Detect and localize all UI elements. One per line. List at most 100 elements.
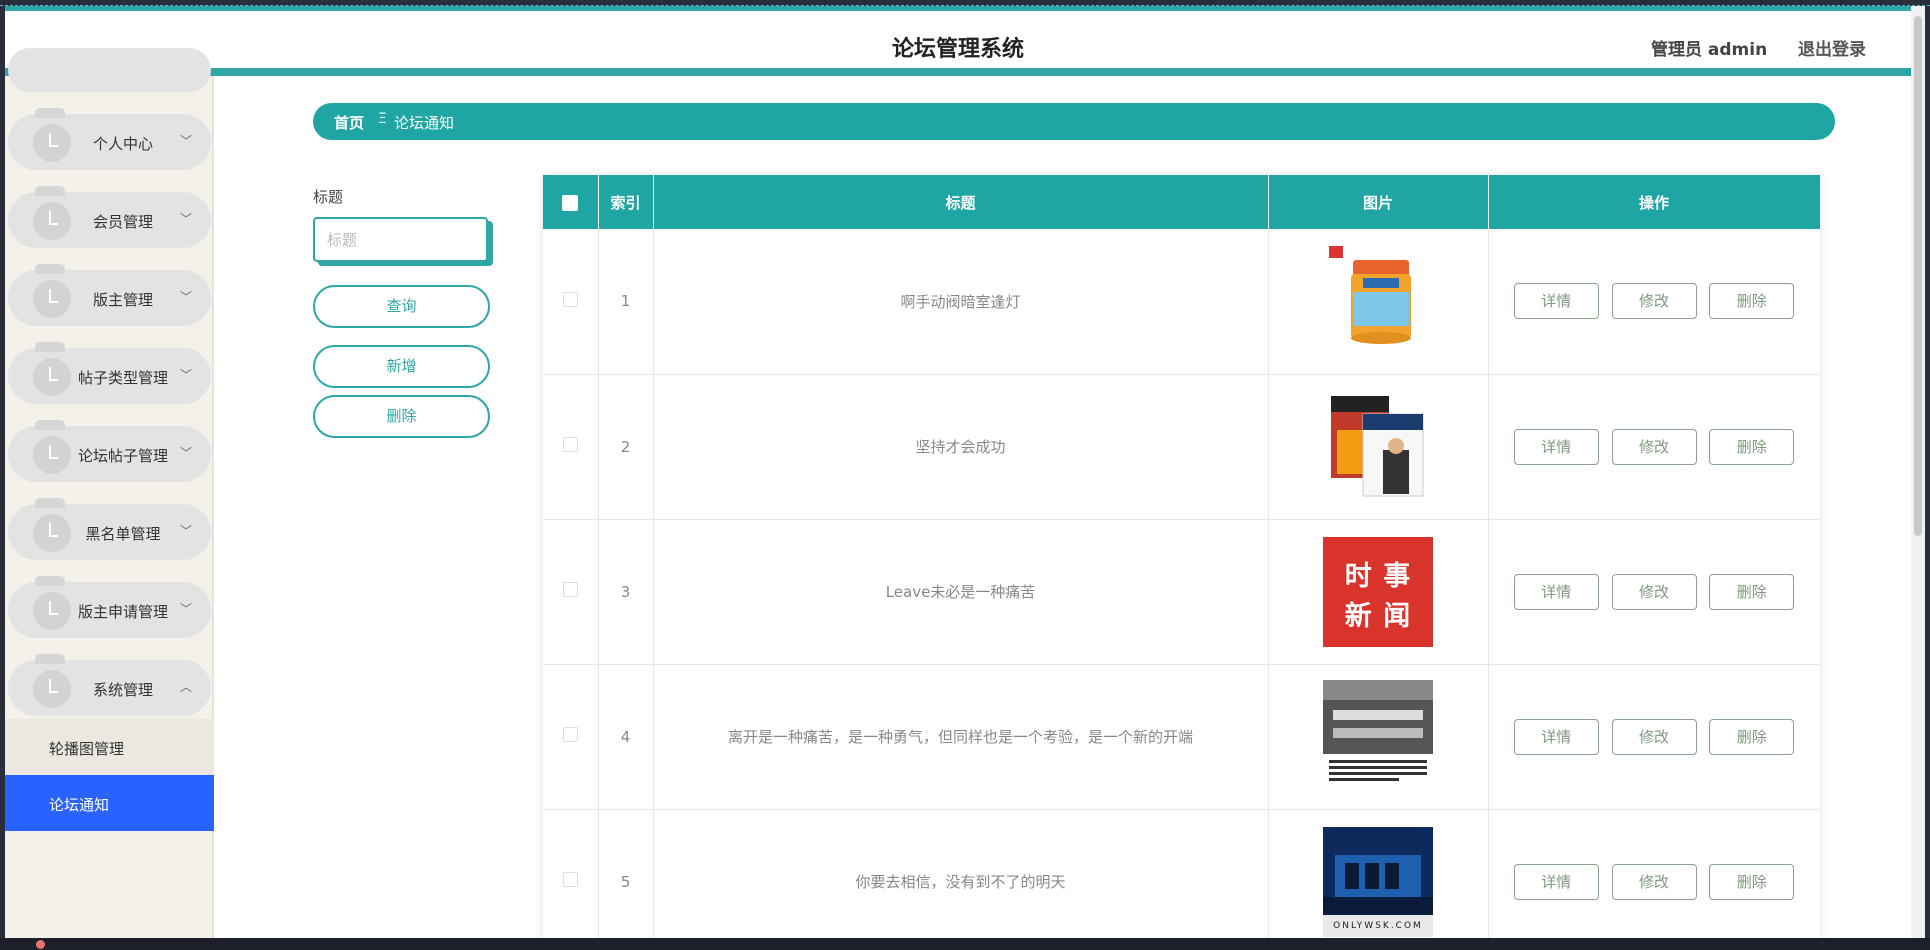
- row-title: 离开是一种痛苦，是一种勇气，但同样也是一个考验，是一个新的开端: [653, 664, 1269, 810]
- detail-button[interactable]: 详情: [1513, 428, 1599, 465]
- row-index: 2: [598, 374, 654, 520]
- sidebar-item-label: 会员管理: [92, 213, 153, 231]
- sidebar-item-blacklist-management[interactable]: 黑名单管理 ﹀: [8, 498, 211, 560]
- row-index: 1: [598, 229, 654, 375]
- column-header-image: 图片: [1268, 175, 1489, 229]
- sidebar-item-label: 个人中心: [92, 135, 153, 153]
- column-header-title: 标题: [653, 175, 1269, 229]
- chevron-down-icon: ﹀: [180, 446, 193, 460]
- search-title-label: 标题: [313, 188, 344, 206]
- sidebar-item-member-management[interactable]: 会员管理 ﹀: [8, 186, 211, 248]
- app-window: 论坛管理系统 管理员 admin 退出登录 个人中心 ﹀ 会员管理 ﹀ 版主管理…: [5, 6, 1911, 938]
- menu-knob: [35, 498, 65, 508]
- detail-button[interactable]: 详情: [1513, 573, 1599, 610]
- sidebar-item-moderator-management[interactable]: 版主管理 ﹀: [8, 264, 211, 326]
- sidebar-item-label: 版主管理: [92, 291, 153, 309]
- edit-button[interactable]: 修改: [1611, 573, 1697, 610]
- menu-knob: [35, 264, 65, 274]
- top-header: 论坛管理系统 管理员 admin 退出登录: [5, 6, 1911, 76]
- row-index: 5: [598, 809, 654, 938]
- row-checkbox[interactable]: [562, 727, 578, 742]
- table-row: 3 Leave未必是一种痛苦 时 事 新 闻 详情 修改 删除: [543, 519, 1820, 665]
- paint-bucket-image: [1323, 244, 1433, 354]
- logout-link[interactable]: 退出登录: [1798, 35, 1866, 60]
- edit-button[interactable]: 修改: [1611, 718, 1697, 755]
- row-checkbox[interactable]: [562, 437, 578, 452]
- menu-knob: [35, 654, 65, 664]
- news-banner-image: 时 事 新 闻: [1323, 536, 1433, 647]
- edit-button[interactable]: 修改: [1611, 283, 1697, 320]
- edit-button[interactable]: 修改: [1611, 863, 1697, 900]
- admin-user-label: 管理员 admin: [1651, 40, 1768, 60]
- tech-screen-image: ONLYWSK.COM: [1323, 826, 1433, 937]
- sidebar: 个人中心 ﹀ 会员管理 ﹀ 版主管理 ﹀ 帖子类型管理 ﹀ 论坛帖子管理 ﹀ 黑…: [5, 48, 214, 938]
- row-checkbox[interactable]: [562, 872, 578, 887]
- row-index: 3: [598, 519, 654, 665]
- delete-button[interactable]: 删除: [1709, 283, 1795, 320]
- breadcrumb-separator-icon: Ξ: [378, 111, 387, 127]
- news-banner-text: 时 事 新 闻: [1344, 560, 1412, 632]
- sidebar-top-pill: [8, 48, 211, 92]
- detail-button[interactable]: 详情: [1513, 718, 1599, 755]
- column-header-index: 索引: [598, 175, 654, 229]
- sidebar-item-post-type-management[interactable]: 帖子类型管理 ﹀: [8, 342, 211, 404]
- search-title-input[interactable]: [313, 217, 488, 262]
- sidebar-subitem-carousel[interactable]: 轮播图管理: [5, 719, 214, 775]
- select-all-checkbox[interactable]: [562, 194, 579, 211]
- delete-button[interactable]: 删除: [1709, 428, 1795, 465]
- taskbar-app-icon[interactable]: [36, 940, 45, 949]
- page-scrollbar[interactable]: [1911, 6, 1925, 938]
- chevron-down-icon: ﹀: [180, 134, 193, 148]
- row-title: 坚持才会成功: [653, 374, 1269, 520]
- select-all-header: [543, 175, 599, 229]
- chevron-down-icon: ﹀: [180, 290, 193, 304]
- column-header-actions: 操作: [1488, 175, 1820, 229]
- row-title: 你要去相信，没有到不了的明天: [653, 809, 1269, 938]
- row-index: 4: [598, 664, 654, 810]
- delete-button[interactable]: 删除: [1709, 718, 1795, 755]
- sidebar-item-label: 黑名单管理: [85, 525, 161, 543]
- edit-button[interactable]: 修改: [1611, 428, 1697, 465]
- sidebar-item-moderator-application[interactable]: 版主申请管理 ﹀: [8, 576, 211, 638]
- notice-table: 索引 标题 图片 操作 1 啊手动阀暗室逢灯 详情 修改 删除 2 坚持才会成功…: [543, 175, 1820, 938]
- delete-button[interactable]: 删除: [1709, 863, 1795, 900]
- add-button[interactable]: 新增: [313, 345, 490, 388]
- table-header-row: 索引 标题 图片 操作: [543, 175, 1820, 229]
- table-row: 1 啊手动阀暗室逢灯 详情 修改 删除: [543, 229, 1820, 375]
- detail-button[interactable]: 详情: [1513, 863, 1599, 900]
- row-checkbox[interactable]: [562, 291, 578, 307]
- sidebar-item-label: 帖子类型管理: [77, 369, 168, 387]
- sidebar-item-personal-center[interactable]: 个人中心 ﹀: [8, 108, 211, 170]
- sidebar-item-label: 版主申请管理: [77, 603, 168, 621]
- batch-delete-button[interactable]: 删除: [313, 395, 490, 438]
- chevron-down-icon: ﹀: [180, 602, 193, 616]
- chevron-down-icon: ﹀: [180, 524, 193, 538]
- scrollbar-thumb[interactable]: [1914, 16, 1922, 536]
- row-checkbox[interactable]: [562, 582, 578, 597]
- menu-knob: [35, 420, 65, 430]
- menu-knob: [35, 342, 65, 352]
- sidebar-item-system-management[interactable]: 系统管理 ︿: [8, 654, 211, 716]
- sidebar-item-forum-post-management[interactable]: 论坛帖子管理 ﹀: [8, 420, 211, 482]
- sidebar-item-label: 论坛帖子管理: [77, 447, 168, 465]
- table-row: 5 你要去相信，没有到不了的明天 ONLYWSK.COM 详情 修改 删除: [543, 809, 1820, 938]
- row-title: Leave未必是一种痛苦: [653, 519, 1269, 665]
- delete-button[interactable]: 删除: [1709, 573, 1795, 610]
- chevron-down-icon: ﹀: [180, 368, 193, 382]
- sidebar-item-label: 系统管理: [92, 681, 153, 699]
- row-title: 啊手动阀暗室逢灯: [653, 229, 1269, 375]
- page-title: 论坛管理系统: [891, 37, 1024, 62]
- query-button[interactable]: 查询: [313, 285, 490, 328]
- menu-knob: [35, 576, 65, 586]
- chevron-down-icon: ﹀: [180, 212, 193, 226]
- menu-knob: [35, 186, 65, 196]
- magazines-image: [1323, 390, 1433, 500]
- breadcrumb-current: 论坛通知: [394, 114, 455, 132]
- detail-button[interactable]: 详情: [1513, 283, 1599, 320]
- meeting-photo-image: [1323, 679, 1433, 790]
- chevron-up-icon: ︿: [180, 680, 193, 694]
- tech-screen-caption: ONLYWSK.COM: [1323, 914, 1433, 937]
- sidebar-subitem-forum-notice[interactable]: 论坛通知: [5, 775, 214, 831]
- breadcrumb-home[interactable]: 首页: [334, 112, 364, 133]
- table-row: 4 离开是一种痛苦，是一种勇气，但同样也是一个考验，是一个新的开端 详情 修改 …: [543, 664, 1820, 810]
